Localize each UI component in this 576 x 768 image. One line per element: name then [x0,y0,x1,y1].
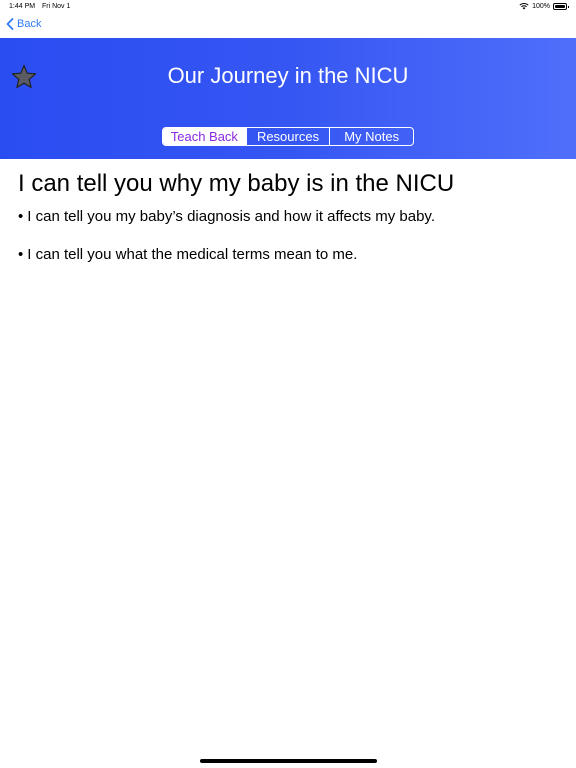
list-item-text: I can tell you what the medical terms me… [27,246,358,263]
bullet-icon: • [18,246,24,263]
chevron-left-icon [6,18,14,30]
list-item: • I can tell you my baby’s diagnosis and… [18,208,558,225]
status-indicators: 100% [519,2,569,10]
wifi-icon [519,3,529,10]
back-button[interactable]: Back [6,18,41,30]
page-title: Our Journey in the NICU [167,63,409,88]
tab-resources[interactable]: Resources [245,128,330,145]
home-indicator[interactable] [200,759,377,763]
app-screen: 1:44 PM Fri Nov 1 100% Back Our Journey … [0,0,576,768]
status-date: Fri Nov 1 [42,3,71,10]
back-button-label: Back [17,18,42,30]
content-area: I can tell you why my baby is in the NIC… [18,170,558,284]
bullet-icon: • [18,208,24,225]
status-bar: 1:44 PM Fri Nov 1 100% [0,0,576,14]
battery-percent: 100% [532,2,550,10]
status-time: 1:44 PM [9,3,36,10]
segmented-control: Teach Back Resources My Notes [162,127,414,146]
content-heading: I can tell you why my baby is in the NIC… [18,170,455,197]
list-item-text: I can tell you my baby’s diagnosis and h… [27,208,435,225]
tab-teach-back[interactable]: Teach Back [163,128,246,145]
header-banner: Our Journey in the NICU Teach Back Resou… [0,38,576,159]
battery-icon [553,2,569,10]
tab-my-notes[interactable]: My Notes [329,128,413,145]
navigation-bar: Back [0,14,576,38]
list-item: • I can tell you what the medical terms … [18,246,558,263]
